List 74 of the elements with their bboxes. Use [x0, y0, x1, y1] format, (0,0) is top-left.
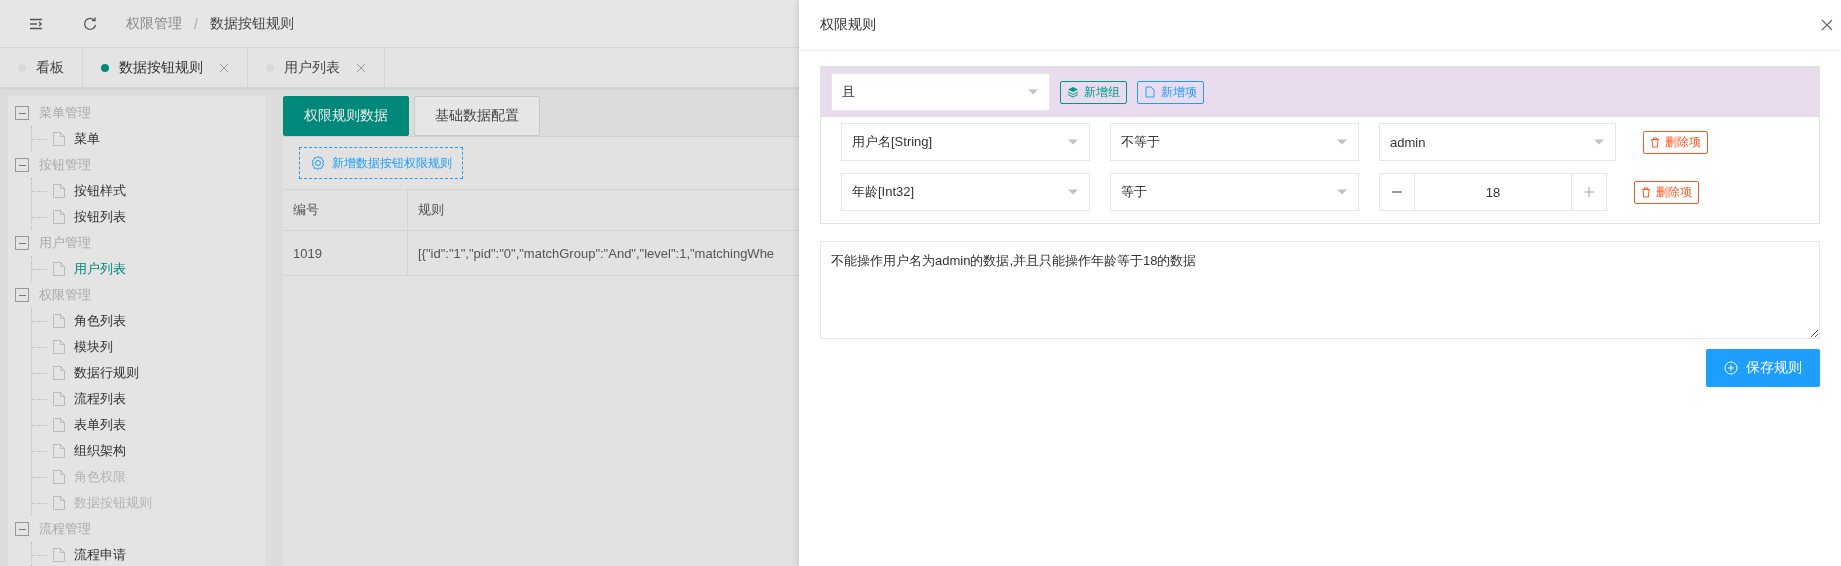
tree-item[interactable]: 用户列表	[74, 260, 126, 278]
field-select[interactable]: 年龄[Int32]	[841, 173, 1090, 211]
tree-item[interactable]: 流程申请	[74, 546, 126, 564]
breadcrumb-link[interactable]: 数据按钮规则	[209, 14, 294, 33]
close-icon	[356, 62, 366, 73]
table-cell: 1019	[283, 230, 408, 276]
file-icon	[52, 469, 66, 485]
tree-item[interactable]: 菜单	[74, 130, 100, 148]
tree-item[interactable]: 按钮列表	[74, 208, 126, 226]
file-icon	[52, 209, 66, 225]
caret-icon	[1336, 138, 1348, 146]
file-icon	[52, 313, 66, 329]
tree-item[interactable]: 组织架构	[74, 442, 126, 460]
select-value: 用户名[String]	[852, 133, 933, 151]
file-icon	[52, 443, 66, 459]
caret-icon	[1027, 88, 1039, 96]
select-value: 且	[842, 83, 855, 101]
select-value: admin	[1390, 134, 1426, 150]
file-icon	[52, 547, 66, 563]
view-tab[interactable]: 权限规则数据	[283, 96, 409, 136]
tree-item[interactable]: 按钮样式	[74, 182, 126, 200]
caret-icon	[1336, 188, 1348, 196]
column-header: 规则	[407, 190, 799, 231]
page-tab[interactable]: 看板	[0, 48, 83, 87]
operator-select[interactable]: 不等于	[1110, 123, 1359, 161]
caret-icon	[1067, 138, 1079, 146]
tab-label: 用户列表	[284, 58, 340, 77]
tab-label: 数据按钮规则	[119, 58, 203, 77]
select-value: 年龄[Int32]	[852, 183, 915, 201]
collapse-toggle[interactable]	[15, 106, 29, 120]
close-icon	[219, 62, 229, 73]
trash-icon	[1650, 136, 1660, 148]
trash-icon	[1641, 186, 1651, 198]
tab-label: 看板	[36, 58, 64, 77]
file-icon	[52, 131, 66, 147]
settings-icon	[310, 155, 326, 171]
file-icon	[52, 417, 66, 433]
page-tab[interactable]: 用户列表	[248, 48, 385, 87]
file-icon	[52, 495, 66, 511]
logic-select[interactable]: 且	[831, 73, 1050, 111]
select-value: 等于	[1121, 183, 1147, 201]
layers-icon	[1067, 86, 1079, 98]
caret-icon	[1593, 138, 1605, 146]
file-icon	[52, 365, 66, 381]
tree-item[interactable]: 角色列表	[74, 312, 126, 330]
tree-item[interactable]: 模块列	[74, 338, 113, 356]
breadcrumb-separator: /	[194, 15, 198, 32]
caret-icon	[1067, 188, 1079, 196]
value-select[interactable]: admin	[1379, 123, 1616, 161]
collapse-toggle[interactable]	[15, 522, 29, 536]
drawer-title: 权限规则	[820, 16, 876, 34]
tree-item[interactable]: 表单列表	[74, 416, 126, 434]
description-field[interactable]: 不能操作用户名为admin的数据,并且只能操作年龄等于18的数据	[820, 241, 1820, 339]
file-icon	[52, 339, 66, 355]
file-icon	[52, 183, 66, 199]
page-tab[interactable]: 数据按钮规则	[83, 48, 248, 87]
operator-select[interactable]: 等于	[1110, 173, 1359, 211]
file-icon	[52, 261, 66, 277]
menu-icon	[29, 17, 43, 30]
select-value: 不等于	[1121, 133, 1160, 151]
file-icon	[52, 391, 66, 407]
file-icon	[1144, 86, 1156, 98]
column-header: 编号	[283, 190, 408, 231]
plus-circle-icon	[1724, 361, 1738, 375]
collapse-toggle[interactable]	[15, 158, 29, 172]
field-select[interactable]: 用户名[String]	[841, 123, 1090, 161]
refresh-icon	[83, 16, 97, 31]
plus-icon	[1583, 186, 1595, 198]
close-icon	[1821, 19, 1833, 31]
tree-item[interactable]: 数据行规则	[74, 364, 139, 382]
collapse-toggle[interactable]	[15, 236, 29, 250]
view-tab[interactable]: 基础数据配置	[414, 96, 540, 136]
tree-item[interactable]: 流程列表	[74, 390, 126, 408]
collapse-toggle[interactable]	[15, 288, 29, 302]
